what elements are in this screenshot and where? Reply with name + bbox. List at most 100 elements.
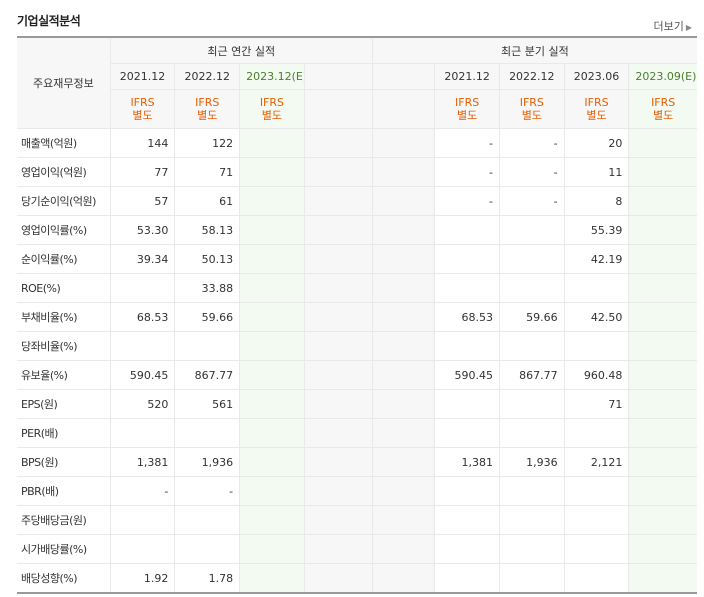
table-row: 당좌비율(%) bbox=[17, 331, 697, 361]
gap-cell bbox=[304, 89, 373, 129]
quarter-value: - bbox=[499, 128, 565, 158]
gap-cell bbox=[304, 63, 373, 90]
gap-cell bbox=[304, 244, 373, 274]
table-row: EPS(원) 520 561 71 bbox=[17, 389, 697, 419]
gap-cell bbox=[371, 360, 436, 390]
annual-value: 1,936 bbox=[174, 447, 241, 477]
annual-value bbox=[110, 418, 176, 448]
gap-cell bbox=[304, 302, 373, 332]
quarter-value bbox=[499, 563, 565, 594]
table-row: BPS(원) 1,381 1,936 1,381 1,936 2,121 bbox=[17, 447, 697, 477]
quarter-value bbox=[434, 505, 500, 535]
annual-value: 58.13 bbox=[174, 215, 241, 245]
table-row: 당기순이익(억원) 57 61- -8 bbox=[17, 186, 697, 216]
quarter-value: 2,121 bbox=[564, 447, 630, 477]
quarter-value: 42.19 bbox=[564, 244, 630, 274]
annual-value bbox=[110, 534, 176, 564]
quarter-value bbox=[628, 128, 697, 158]
annual-value: 144 bbox=[110, 128, 176, 158]
ifrs-label: IFRS 별도 bbox=[628, 89, 697, 129]
quarter-value: 55.39 bbox=[564, 215, 630, 245]
ifrs-label: IFRS 별도 bbox=[499, 89, 565, 129]
gap-cell bbox=[371, 89, 436, 129]
gap-cell bbox=[371, 128, 436, 158]
quarter-value bbox=[628, 389, 697, 419]
table-row: 주당배당금(원) bbox=[17, 505, 697, 535]
annual-value bbox=[110, 273, 176, 303]
quarter-value bbox=[434, 563, 500, 594]
ifrs-label: IFRS 별도 bbox=[434, 89, 500, 129]
annual-value: 1,381 bbox=[110, 447, 176, 477]
annual-value bbox=[239, 244, 305, 274]
annual-value bbox=[239, 128, 305, 158]
quarter-value bbox=[499, 418, 565, 448]
corner-label: 주요재무정보 bbox=[17, 36, 111, 129]
table-row: PER(배) bbox=[17, 418, 697, 448]
gap-cell bbox=[304, 157, 373, 187]
row-label: EPS(원) bbox=[17, 389, 111, 419]
gap-cell bbox=[371, 563, 436, 594]
annual-period: 2021.12 bbox=[110, 63, 176, 90]
quarter-period: 2023.06 bbox=[564, 63, 630, 90]
gap-cell bbox=[304, 447, 373, 477]
gap-cell bbox=[371, 186, 436, 216]
annual-value: 33.88 bbox=[174, 273, 241, 303]
ifrs-label: IFRS 별도 bbox=[110, 89, 176, 129]
quarter-value: 867.77 bbox=[499, 360, 565, 390]
gap-cell bbox=[304, 215, 373, 245]
quarter-value: - bbox=[434, 157, 500, 187]
gap-cell bbox=[304, 273, 373, 303]
annual-value: 77 bbox=[110, 157, 176, 187]
annual-period: 2022.12 bbox=[174, 63, 241, 90]
quarter-value bbox=[628, 534, 697, 564]
row-label: 매출액(억원) bbox=[17, 128, 111, 158]
annual-value: 53.30 bbox=[110, 215, 176, 245]
quarter-value bbox=[628, 418, 697, 448]
more-link[interactable]: 더보기 ▶ bbox=[653, 18, 692, 34]
quarter-value: 59.66 bbox=[499, 302, 565, 332]
annual-value bbox=[239, 389, 305, 419]
quarter-value: 1,381 bbox=[434, 447, 500, 477]
ifrs-label: IFRS 별도 bbox=[174, 89, 241, 129]
quarter-value bbox=[564, 273, 630, 303]
quarter-value: 20 bbox=[564, 128, 630, 158]
annual-value bbox=[239, 563, 305, 594]
quarter-value bbox=[564, 331, 630, 361]
quarter-value bbox=[628, 331, 697, 361]
quarter-value: 42.50 bbox=[564, 302, 630, 332]
row-label: 부채비율(%) bbox=[17, 302, 111, 332]
quarter-value bbox=[434, 273, 500, 303]
quarter-value bbox=[499, 389, 565, 419]
annual-value: 71 bbox=[174, 157, 241, 187]
annual-value bbox=[239, 273, 305, 303]
quarter-value bbox=[434, 534, 500, 564]
quarter-value bbox=[434, 389, 500, 419]
annual-value: 1.92 bbox=[110, 563, 176, 594]
quarter-value bbox=[564, 476, 630, 506]
gap-cell bbox=[371, 273, 436, 303]
annual-value bbox=[239, 302, 305, 332]
quarter-value: - bbox=[499, 157, 565, 187]
chevron-right-icon: ▶ bbox=[685, 23, 692, 32]
annual-value: 57 bbox=[110, 186, 176, 216]
gap-cell bbox=[304, 505, 373, 535]
annual-value: 590.45 bbox=[110, 360, 176, 390]
ifrs-label: IFRS 별도 bbox=[239, 89, 305, 129]
row-label: 당기순이익(억원) bbox=[17, 186, 111, 216]
annual-value: 50.13 bbox=[174, 244, 241, 274]
quarter-value bbox=[628, 186, 697, 216]
gap-cell bbox=[304, 418, 373, 448]
annual-header: 최근 연간 실적 bbox=[110, 36, 373, 64]
annual-value bbox=[174, 534, 241, 564]
quarter-value bbox=[499, 331, 565, 361]
quarter-value bbox=[434, 476, 500, 506]
table-row: 영업이익(억원) 77 71- -11 bbox=[17, 157, 697, 187]
annual-value bbox=[239, 534, 305, 564]
table-row: 배당성향(%) 1.92 1.78 bbox=[17, 563, 697, 594]
quarter-value bbox=[434, 331, 500, 361]
annual-value: 68.53 bbox=[110, 302, 176, 332]
gap-cell bbox=[371, 215, 436, 245]
annual-value: 867.77 bbox=[174, 360, 241, 390]
annual-value bbox=[239, 505, 305, 535]
gap-cell bbox=[371, 244, 436, 274]
